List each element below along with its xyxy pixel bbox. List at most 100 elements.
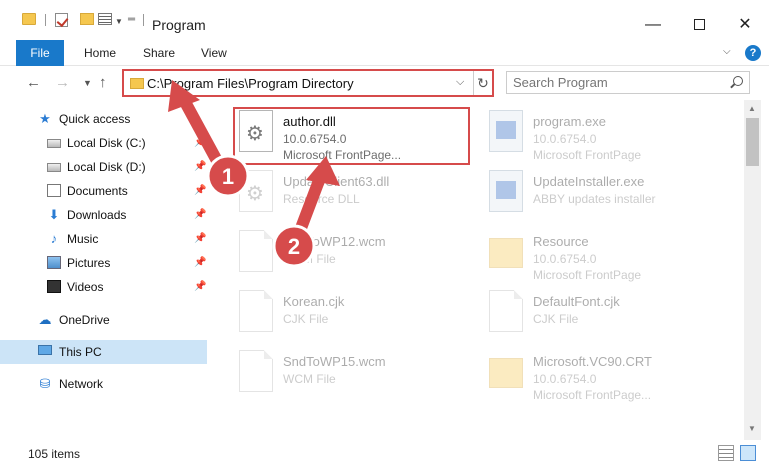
scroll-thumb[interactable] xyxy=(746,118,759,166)
file-icon xyxy=(239,230,273,272)
file-item-updateinstaller[interactable]: UpdateInstaller.exe ABBY updates install… xyxy=(483,164,713,224)
maximize-button[interactable] xyxy=(676,10,722,40)
file-item-defaultfont-cjk[interactable]: DefaultFont.cjk CJK File xyxy=(483,284,713,344)
pin-icon[interactable]: 📌 xyxy=(194,161,206,172)
item-count: 105 items xyxy=(28,447,81,461)
search-icon[interactable] xyxy=(733,76,743,86)
address-dropdown-icon[interactable]: ⌵ xyxy=(456,76,464,89)
sidebar-item-label: Quick access xyxy=(59,112,131,126)
forward-arrow-icon[interactable]: → xyxy=(55,74,70,91)
sidebar-item-quick-access[interactable]: ★ Quick access xyxy=(0,107,207,131)
sidebar-item-documents[interactable]: Documents 📌 xyxy=(0,179,207,203)
drive-icon xyxy=(47,139,61,148)
navigation-bar: ← → ▼ ↑ C:\Program Files\Program Directo… xyxy=(0,66,769,100)
large-icons-view-icon[interactable] xyxy=(740,445,756,461)
tab-share[interactable]: Share xyxy=(143,40,175,66)
star-icon: ★ xyxy=(39,111,51,126)
close-button[interactable]: ✕ xyxy=(722,10,768,40)
tab-view[interactable]: View xyxy=(201,40,227,66)
sidebar-item-label: Music xyxy=(67,232,99,246)
sidebar-item-onedrive[interactable]: ☁ OneDrive xyxy=(0,308,207,332)
sidebar-item-local-disk-d[interactable]: Local Disk (D:) 📌 xyxy=(0,155,207,179)
file-item-sndtowp12[interactable]: SndToWP12.wcm WCM File xyxy=(233,224,463,284)
search-box[interactable] xyxy=(506,71,750,94)
vertical-scrollbar[interactable]: ▲ ▼ xyxy=(744,100,761,440)
file-type: Resource DLL xyxy=(283,192,360,206)
scroll-down-icon[interactable]: ▼ xyxy=(748,424,756,433)
details-view-icon[interactable] xyxy=(718,445,734,461)
properties-check-icon[interactable] xyxy=(55,13,68,27)
customize-toolbar-icon[interactable]: ═ xyxy=(128,14,135,25)
pin-icon[interactable]: 📌 xyxy=(194,209,206,220)
search-input[interactable] xyxy=(513,75,723,90)
exe-icon xyxy=(489,170,523,212)
file-description: Microsoft FrontPage xyxy=(533,268,642,282)
drive-icon xyxy=(47,163,61,172)
file-version: 10.0.6754.0 xyxy=(533,132,597,146)
file-item-vc90-crt[interactable]: Microsoft.VC90.CRT 10.0.6754.0 Microsoft… xyxy=(483,344,713,404)
expand-ribbon-icon[interactable]: ⌵ xyxy=(723,46,731,57)
new-folder-icon[interactable] xyxy=(80,13,94,25)
sidebar-item-videos[interactable]: Videos 📌 xyxy=(0,275,207,299)
divider xyxy=(45,14,46,26)
properties-icon[interactable] xyxy=(98,13,112,25)
scroll-up-icon[interactable]: ▲ xyxy=(748,104,756,113)
file-item-program-exe[interactable]: program.exe 10.0.6754.0 Microsoft FrontP… xyxy=(483,104,713,164)
sidebar-item-pictures[interactable]: Pictures 📌 xyxy=(0,251,207,275)
highlight-box-file xyxy=(233,107,470,165)
sidebar-item-label: Pictures xyxy=(67,256,111,270)
back-arrow-icon[interactable]: ← xyxy=(26,74,41,91)
downloads-icon: ⬇ xyxy=(48,207,60,222)
recent-locations-icon[interactable]: ▼ xyxy=(83,78,92,88)
videos-icon xyxy=(47,280,61,293)
file-icon xyxy=(239,290,273,332)
file-description: Microsoft FrontPage xyxy=(533,148,642,162)
minimize-button[interactable]: — xyxy=(630,10,676,40)
file-name: Korean.cjk xyxy=(283,294,345,309)
pin-icon[interactable]: 📌 xyxy=(194,257,206,268)
navigation-pane: ★ Quick access Local Disk (C:) 📌 Local D… xyxy=(0,100,207,440)
sidebar-item-downloads[interactable]: ⬇ Downloads 📌 xyxy=(0,203,207,227)
folder-icon xyxy=(22,13,36,25)
tab-home[interactable]: Home xyxy=(84,40,116,66)
sidebar-item-network[interactable]: ⛁ Network xyxy=(0,372,207,396)
refresh-button[interactable]: ↻ xyxy=(473,71,492,95)
dll-gear-icon xyxy=(239,170,273,212)
file-item-korean-cjk[interactable]: Korean.cjk CJK File xyxy=(233,284,463,344)
sidebar-item-music[interactable]: ♪ Music 📌 xyxy=(0,227,207,251)
folder-icon xyxy=(489,238,523,268)
file-item-sndtowp15[interactable]: SndToWP15.wcm WCM File xyxy=(233,344,463,404)
help-icon[interactable]: ? xyxy=(745,45,761,61)
file-icon xyxy=(239,350,273,392)
this-pc-icon xyxy=(38,345,52,355)
pin-icon[interactable]: 📌 xyxy=(194,233,206,244)
tab-file[interactable]: File xyxy=(16,40,64,66)
sidebar-item-label: Videos xyxy=(67,280,104,294)
file-name: UpdateClient63.dll xyxy=(283,174,390,189)
up-arrow-icon[interactable]: ↑ xyxy=(99,74,107,91)
sidebar-item-local-disk-c[interactable]: Local Disk (C:) 📌 xyxy=(0,131,207,155)
pin-icon[interactable]: 📌 xyxy=(194,281,206,292)
file-item-updateclient[interactable]: UpdateClient63.dll Resource DLL xyxy=(233,164,463,224)
sidebar-item-label: Downloads xyxy=(67,208,127,222)
file-item-resource[interactable]: Resource 10.0.6754.0 Microsoft FrontPage xyxy=(483,224,713,284)
file-description: Microsoft FrontPage... xyxy=(533,388,652,402)
pin-icon[interactable]: 📌 xyxy=(194,185,206,196)
pictures-icon xyxy=(47,256,61,269)
file-type: ABBY updates installer xyxy=(533,192,656,206)
address-bar[interactable]: C:\Program Files\Program Directory ⌵ ↻ xyxy=(122,69,494,97)
sidebar-item-this-pc[interactable]: This PC xyxy=(0,340,207,364)
onedrive-icon: ☁ xyxy=(38,312,52,327)
sidebar-item-label: Local Disk (D:) xyxy=(67,160,146,174)
file-name: program.exe xyxy=(533,114,606,129)
ribbon: File Home Share View ⌵ ? xyxy=(0,40,769,66)
file-type: WCM File xyxy=(283,372,336,386)
chevron-down-icon[interactable]: ▼ xyxy=(115,17,123,26)
exe-icon xyxy=(489,110,523,152)
title-bar: ▼ ═ Program — ✕ xyxy=(0,0,769,40)
sidebar-item-label: Documents xyxy=(67,184,128,198)
file-type: CJK File xyxy=(533,312,579,326)
address-path[interactable]: C:\Program Files\Program Directory xyxy=(147,76,354,91)
sidebar-item-label: OneDrive xyxy=(59,313,110,327)
pin-icon[interactable]: 📌 xyxy=(194,137,206,148)
